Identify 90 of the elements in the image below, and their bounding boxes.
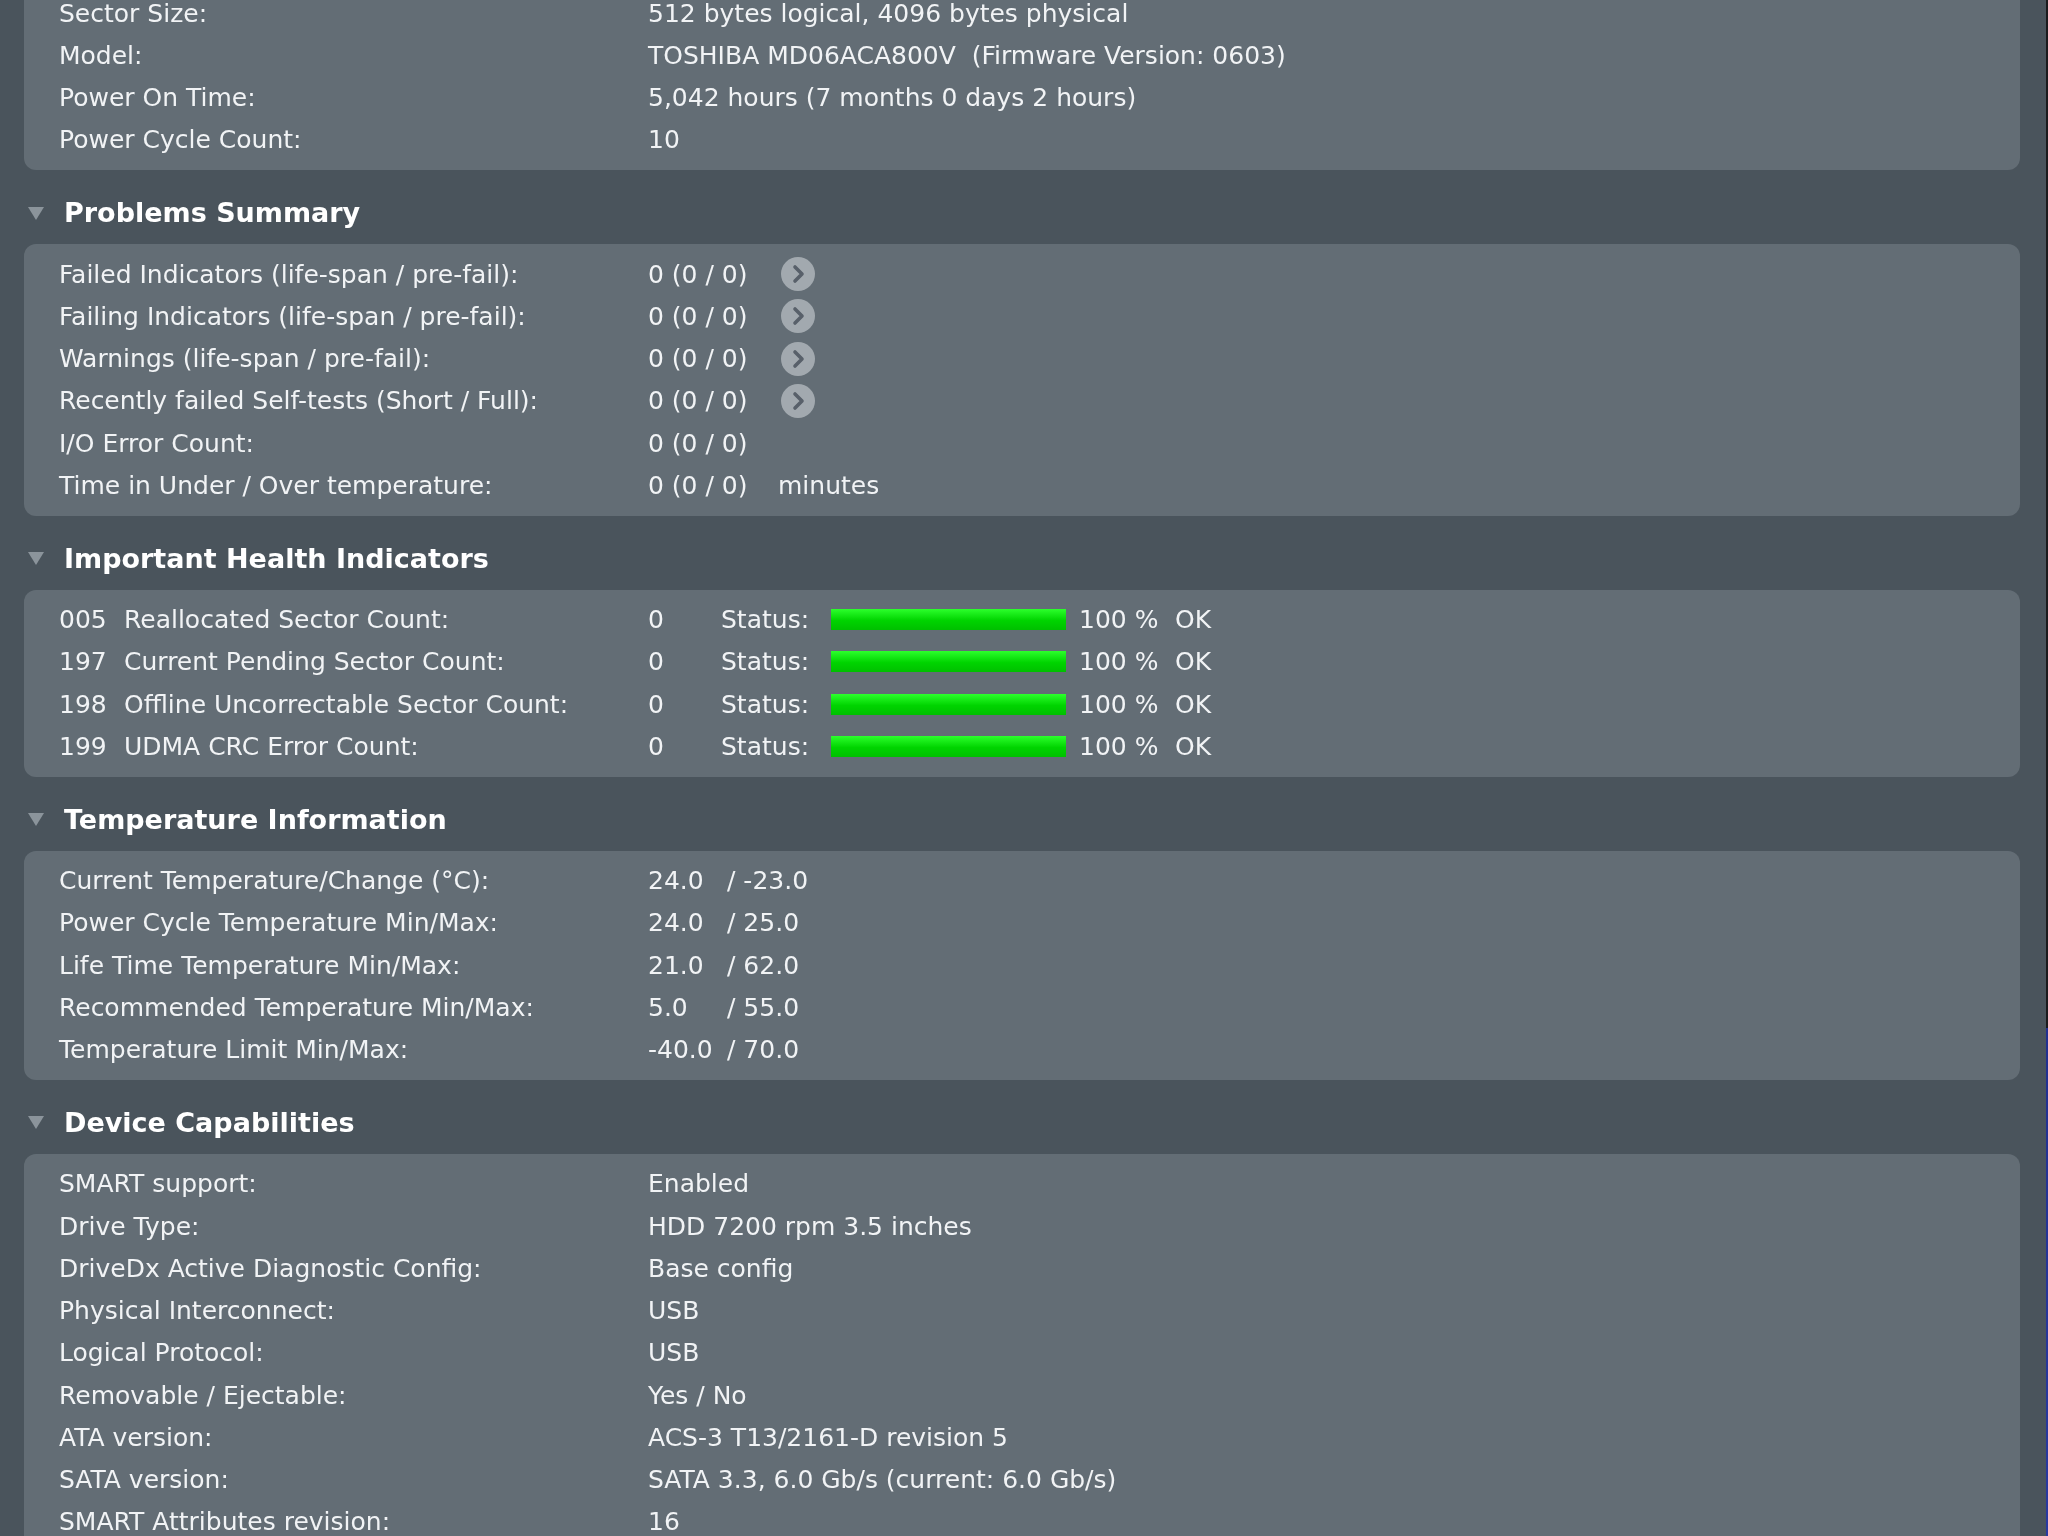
attribute-id: 199: [59, 733, 107, 759]
percent-text: 100 %: [1079, 649, 1159, 675]
temperature-value: 24.0: [648, 868, 704, 894]
attribute-name: Offline Uncorrectable Sector Count:: [124, 691, 569, 717]
percent-text: 100 %: [1079, 733, 1159, 759]
field-label: SMART support:: [59, 1171, 257, 1197]
field-value: 0 (0 / 0): [648, 388, 748, 414]
attribute-name: Reallocated Sector Count:: [124, 607, 450, 633]
field-label: Drive Type:: [59, 1213, 200, 1239]
status-text: OK: [1175, 607, 1212, 633]
field-value: 16: [648, 1509, 680, 1535]
field-label: Failing Indicators (life-span / pre-fail):: [59, 303, 526, 329]
field-label: Life Time Temperature Min/Max:: [59, 952, 461, 978]
field-label: DriveDx Active Diagnostic Config:: [59, 1255, 482, 1281]
field-label: Power Cycle Temperature Min/Max:: [59, 910, 498, 936]
field-label: Logical Protocol:: [59, 1340, 264, 1366]
temperature-value: / 70.0: [727, 1037, 800, 1063]
temperature-value: 5.0: [648, 994, 688, 1020]
field-label: Power On Time:: [59, 85, 256, 111]
chevron-circle-icon[interactable]: [781, 383, 815, 418]
attribute-value: 0: [648, 733, 664, 759]
status-text: OK: [1175, 691, 1212, 717]
attribute-value: 0: [648, 691, 664, 717]
field-label: Removable / Ejectable:: [59, 1382, 347, 1408]
field-value: ACS-3 T13/2161-D revision 5: [648, 1424, 1009, 1450]
section-title: Device Capabilities: [64, 1106, 355, 1139]
chevron-circle-icon[interactable]: [781, 257, 815, 292]
field-label: Current Temperature/Change (°C):: [59, 868, 490, 894]
field-value: 10: [648, 127, 680, 153]
percent-text: 100 %: [1079, 607, 1159, 633]
field-label: ATA version:: [59, 1424, 213, 1450]
section-title: Temperature Information: [64, 803, 447, 836]
attribute-id: 197: [59, 649, 107, 675]
field-value: 0 (0 / 0): [648, 346, 748, 372]
field-label: Power Cycle Count:: [59, 127, 302, 153]
field-label: Failed Indicators (life-span / pre-fail):: [59, 261, 519, 287]
attribute-name: UDMA CRC Error Count:: [124, 733, 419, 759]
temperature-value: / -23.0: [727, 868, 809, 894]
percent-text: 100 %: [1079, 691, 1159, 717]
attribute-id: 198: [59, 691, 107, 717]
status-text: OK: [1175, 649, 1212, 675]
status-label: Status:: [721, 649, 810, 675]
field-value: 0 (0 / 0): [648, 303, 748, 329]
section-title: Important Health Indicators: [64, 542, 489, 575]
unit-label: minutes: [778, 472, 880, 498]
disclosure-triangle-icon[interactable]: [28, 206, 44, 220]
field-label: I/O Error Count:: [59, 430, 254, 456]
attribute-name: Current Pending Sector Count:: [124, 649, 505, 675]
temperature-value: / 62.0: [727, 952, 800, 978]
field-value: 5,042 hours (7 months 0 days 2 hours): [648, 85, 1137, 111]
field-value: SATA 3.3, 6.0 Gb/s (current: 6.0 Gb/s): [648, 1467, 1117, 1493]
temperature-value: 24.0: [648, 910, 704, 936]
section-title: Problems Summary: [64, 197, 361, 229]
field-label: Temperature Limit Min/Max:: [59, 1037, 409, 1063]
field-label: SMART Attributes revision:: [59, 1509, 391, 1535]
attribute-value: 0: [648, 607, 664, 633]
temperature-value: / 55.0: [727, 994, 800, 1020]
disclosure-triangle-icon[interactable]: [28, 1116, 44, 1130]
field-label: Warnings (life-span / pre-fail):: [59, 346, 431, 372]
chevron-circle-icon[interactable]: [781, 299, 815, 334]
field-value: HDD 7200 rpm 3.5 inches: [648, 1213, 972, 1239]
field-value: 0 (0 / 0): [648, 472, 748, 498]
field-label: Recently failed Self-tests (Short / Full):: [59, 388, 539, 414]
field-label: SATA version:: [59, 1467, 229, 1493]
field-value: Enabled: [648, 1171, 750, 1197]
status-label: Status:: [721, 733, 810, 759]
attribute-id: 005: [59, 607, 107, 633]
status-text: OK: [1175, 733, 1212, 759]
field-value: 0 (0 / 0): [648, 430, 748, 456]
field-label: Model:: [59, 42, 143, 68]
field-value: USB: [648, 1340, 700, 1366]
field-label: Recommended Temperature Min/Max:: [59, 994, 534, 1020]
disclosure-triangle-icon[interactable]: [28, 813, 44, 826]
disclosure-triangle-icon[interactable]: [28, 552, 44, 565]
temperature-value: -40.0: [648, 1037, 713, 1063]
field-value: 0 (0 / 0): [648, 261, 748, 287]
field-value: Yes / No: [648, 1382, 747, 1408]
attribute-value: 0: [648, 649, 664, 675]
field-label: Physical Interconnect:: [59, 1298, 335, 1324]
field-label: Sector Size:: [59, 0, 208, 26]
field-value: USB: [648, 1298, 700, 1324]
field-value: 512 bytes logical, 4096 bytes physical: [648, 0, 1129, 26]
status-label: Status:: [721, 607, 810, 633]
temperature-value: 21.0: [648, 952, 704, 978]
temperature-value: / 25.0: [727, 910, 800, 936]
status-label: Status:: [721, 691, 810, 717]
field-value: TOSHIBA MD06ACA800V (Firmware Version: 0603): [648, 42, 1286, 68]
chevron-circle-icon[interactable]: [781, 341, 815, 376]
field-label: Time in Under / Over temperature:: [59, 472, 493, 498]
field-value: Base config: [648, 1255, 794, 1281]
